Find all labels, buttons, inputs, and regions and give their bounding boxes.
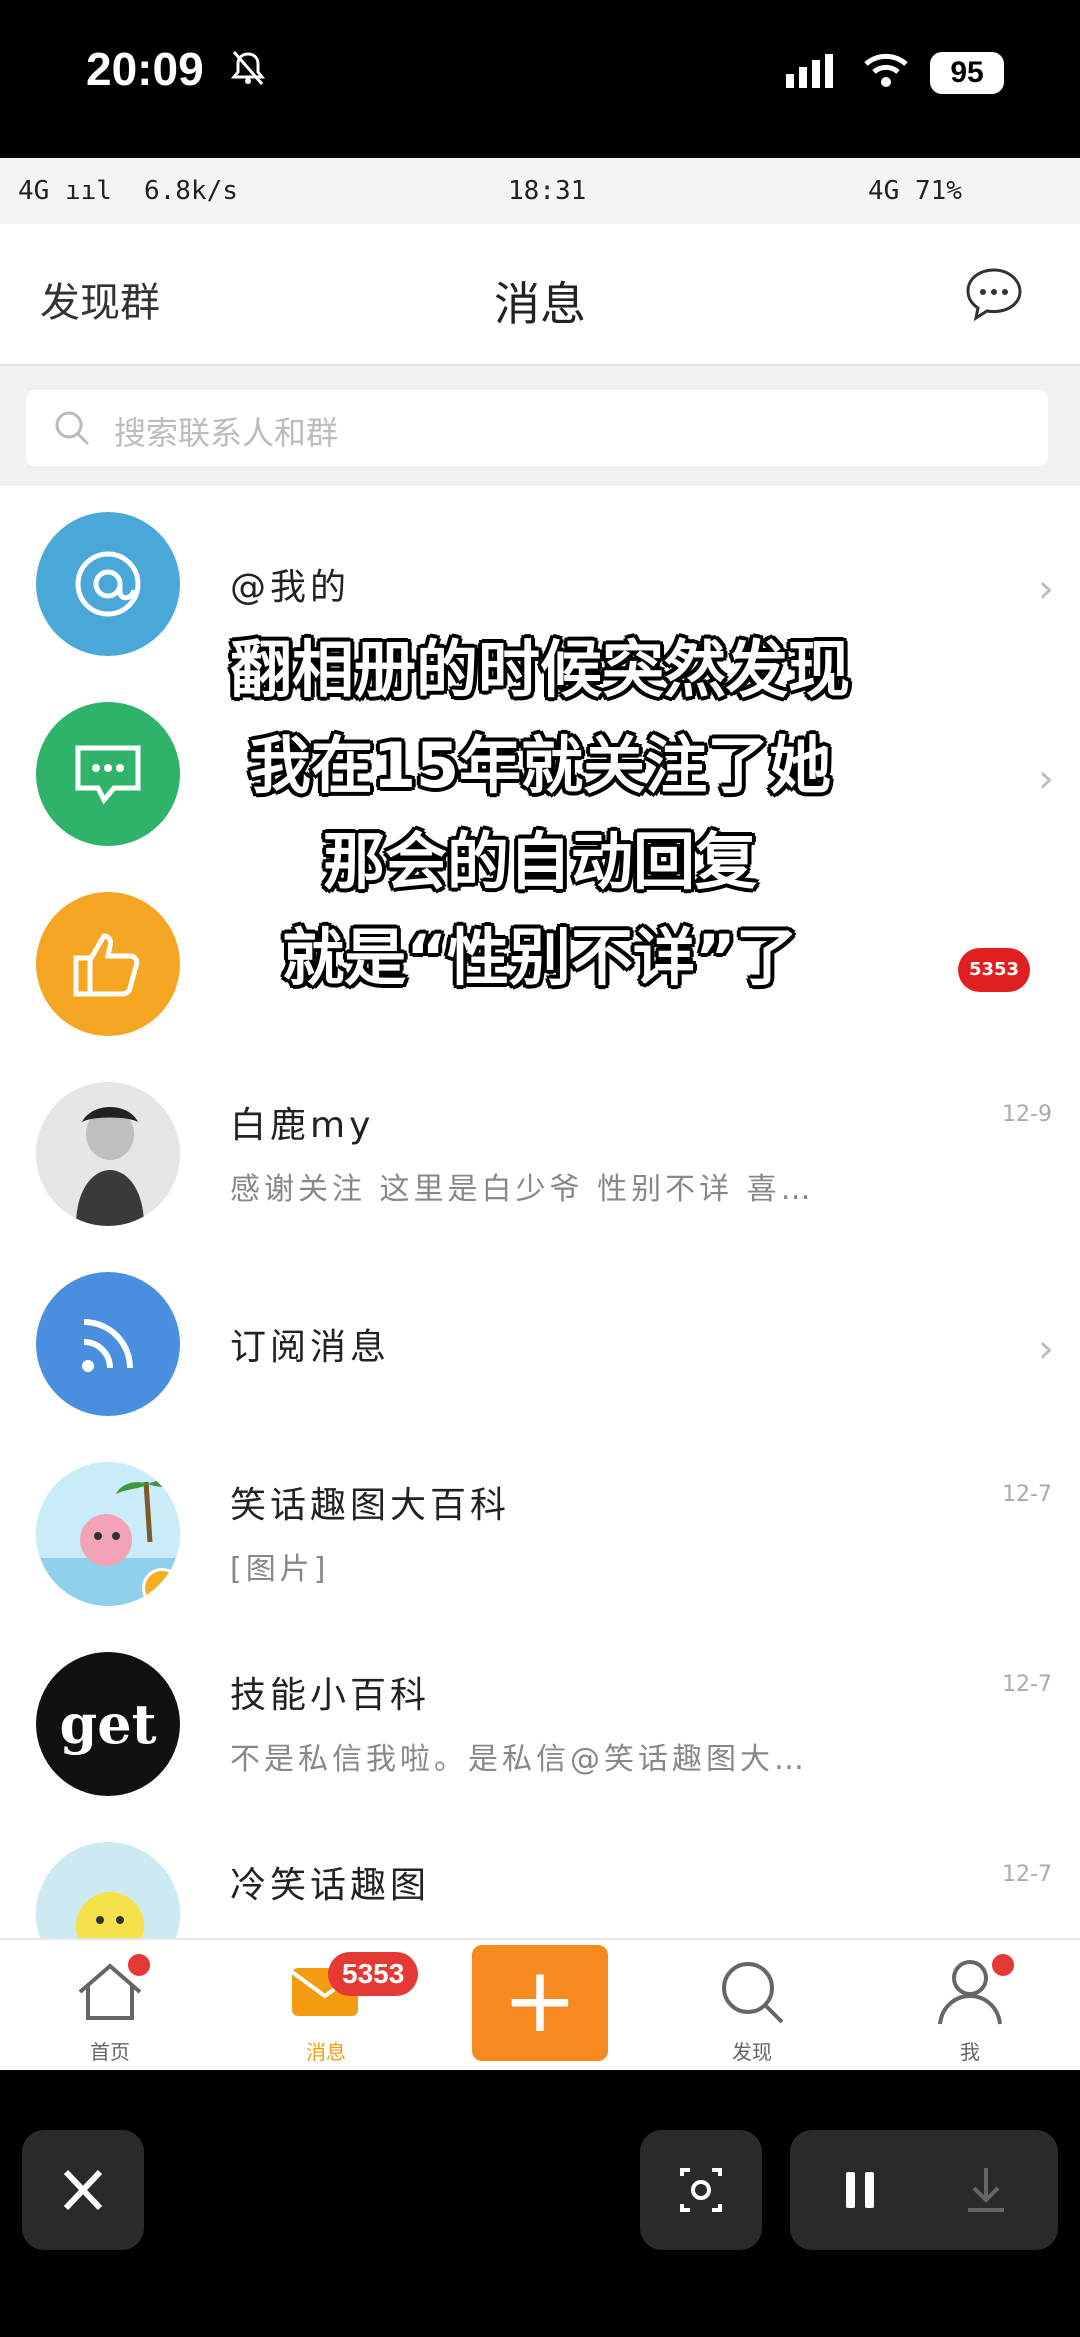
playback-controls [790, 2130, 1058, 2250]
caption-line: 翻相册的时候突然发现 [229, 633, 850, 706]
row-title: 冷笑话趣图 [230, 1865, 431, 1906]
row-time: 12-7 [1002, 1672, 1052, 1697]
search-placeholder: 搜索联系人和群 [114, 414, 339, 452]
page-title: 消息 [494, 277, 586, 331]
inner-speed: 6.8k/s [144, 176, 238, 206]
notification-dot [992, 1954, 1014, 1976]
caption-line: 那会的自动回复 [322, 825, 757, 898]
pause-icon [846, 2172, 874, 2208]
download-icon[interactable] [956, 2160, 1016, 2220]
screenshot-icon [680, 2168, 722, 2212]
bell-off-icon [228, 48, 268, 92]
close-icon [63, 2169, 103, 2211]
system-status-bar: 20:09 95 [0, 0, 1080, 158]
row-preview: 不是私信我啦。是私信@笑话趣图大… [230, 1742, 808, 1777]
row-time: 12-7 [1002, 1862, 1052, 1887]
row-title: @我的 [230, 567, 351, 608]
phone-screen: 4G ııl 6.8k/s 18:31 4G 71% 发现群 消息 搜索联系人和… [0, 158, 1080, 2068]
list-item-conversation[interactable]: 笑话趣图大百科 [图片] 12-7 [0, 1438, 1080, 1628]
row-title: 订阅消息 [230, 1327, 391, 1368]
caption-line: 就是“性别不详”了 [282, 921, 798, 994]
avatar [36, 1462, 180, 1606]
nav-label: 我 [960, 2040, 980, 2064]
avatar-logo-text: get [59, 1692, 157, 1756]
row-title: 笑话趣图大百科 [230, 1485, 511, 1526]
signal-icon [786, 54, 838, 92]
notification-dot [128, 1954, 150, 1976]
list-item-conversation[interactable]: get 技能小百科 不是私信我啦。是私信@笑话趣图大… 12-7 [0, 1628, 1080, 1818]
wifi-icon [862, 50, 910, 94]
nav-me[interactable]: 我 [900, 1940, 1040, 2070]
search-area: 搜索联系人和群 [0, 366, 1080, 486]
list-item-subscriptions[interactable]: 订阅消息 › [0, 1248, 1080, 1438]
nav-label: 消息 [306, 2040, 346, 2064]
nav-discover[interactable]: 发现 [682, 1940, 822, 2070]
caption-line: 我在15年就关注了她 [248, 729, 832, 802]
inner-time: 18:31 [508, 176, 587, 206]
messages-header: 发现群 消息 [0, 224, 1080, 366]
search-icon [722, 1962, 784, 2024]
search-input[interactable]: 搜索联系人和群 [26, 390, 1048, 466]
avatar [36, 1082, 180, 1226]
avatar: get [36, 1652, 180, 1796]
row-title: 白鹿my [230, 1105, 375, 1146]
system-time: 20:09 [86, 43, 204, 95]
inner-right-status: 4G 71% [868, 176, 962, 206]
search-icon [52, 408, 92, 452]
row-time: 12-9 [1002, 1102, 1052, 1127]
list-item-conversation[interactable]: 白鹿my 感谢关注 这里是白少爷 性别不详 喜… 12-9 [0, 1058, 1080, 1248]
nav-label: 发现 [732, 2040, 772, 2064]
row-preview: [图片] [230, 1552, 330, 1587]
close-button[interactable] [22, 2130, 144, 2250]
chevron-right-icon: › [1038, 1326, 1054, 1372]
caption-overlay: 翻相册的时候突然发现 我在15年就关注了她 那会的自动回复 就是“性别不详”了 [0, 622, 1080, 1006]
row-time: 12-7 [1002, 1482, 1052, 1507]
nav-label: 首页 [90, 2040, 130, 2064]
compose-plus-button[interactable]: + [472, 1945, 608, 2061]
screenshot-button[interactable] [640, 2130, 762, 2250]
rss-icon [36, 1272, 180, 1416]
chevron-right-icon: › [1038, 566, 1054, 612]
inner-signal: 4G ııl [18, 176, 112, 206]
battery-indicator: 95 [930, 52, 1004, 94]
row-preview: 感谢关注 这里是白少爷 性别不详 喜… [230, 1172, 815, 1207]
row-title: 技能小百科 [230, 1675, 431, 1716]
chat-bubble-icon[interactable] [962, 262, 1026, 330]
nav-home[interactable]: 首页 [40, 1940, 180, 2070]
messages-badge: 5353 [328, 1952, 419, 1996]
inner-status-bar: 4G ııl 6.8k/s 18:31 4G 71% [0, 158, 1080, 224]
